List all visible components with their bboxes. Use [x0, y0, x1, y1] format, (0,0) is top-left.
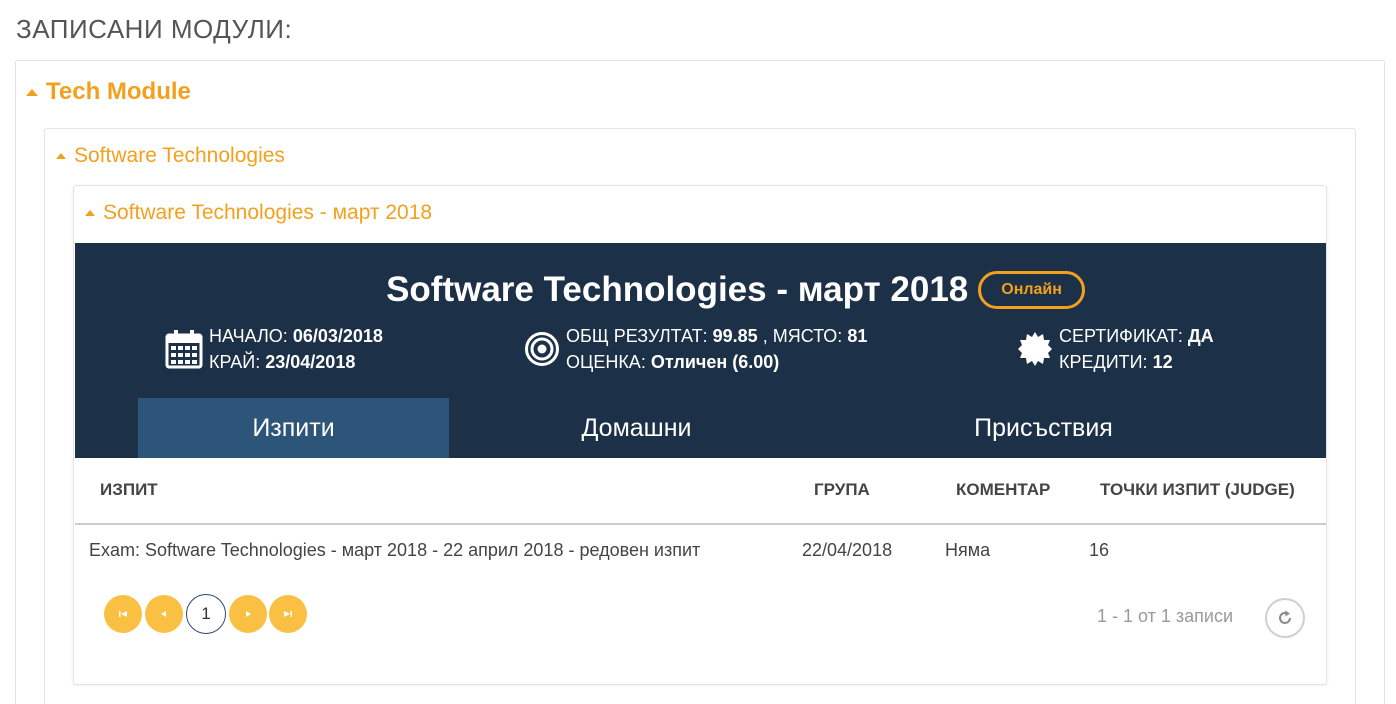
grade-value: Отличен (6.00) [650, 352, 780, 372]
credits-label: КРЕДИТИ: [1059, 352, 1148, 372]
end-value: 23/04/2018 [265, 352, 356, 372]
refresh-button[interactable] [1265, 598, 1305, 638]
results-info: ОБЩ РЕЗУЛТАТ: 99.85 , МЯСТО: 81 ОЦЕНКА: … [524, 323, 867, 375]
instance-toggle[interactable]: Software Technologies - март 2018 [85, 201, 432, 225]
page-1-button[interactable]: 1 [186, 594, 226, 634]
caret-up-icon [56, 153, 66, 159]
first-page-button[interactable] [104, 595, 142, 633]
cell-group: 22/04/2018 [802, 540, 893, 560]
place-value: 81 [847, 326, 868, 346]
cert-label: СЕРТИФИКАТ: [1059, 326, 1183, 346]
module-toggle[interactable]: Tech Module [26, 78, 191, 106]
records-info: 1 - 1 от 1 записи [1097, 606, 1234, 626]
cert-value: ДА [1187, 326, 1214, 346]
start-label: НАЧАЛО: [209, 326, 288, 346]
course-heading-row: Software Technologies - март 2018 Онлайн [0, 270, 1396, 310]
next-page-icon [246, 611, 251, 617]
col-header-comment[interactable]: КОМЕНТАР [956, 480, 1050, 500]
col-header-group[interactable]: ГРУПА [814, 480, 870, 500]
tab-attendance[interactable]: Присъствия [888, 398, 1199, 458]
first-page-icon [119, 611, 127, 617]
tab-exams[interactable]: Изпити [138, 398, 449, 458]
course-heading: Software Technologies - март 2018 [386, 270, 969, 309]
refresh-icon [1279, 610, 1291, 624]
last-page-icon [284, 611, 292, 617]
instance-title: Software Technologies - март 2018 [103, 201, 433, 224]
total-label: ОБЩ РЕЗУЛТАТ: [566, 326, 708, 346]
col-header-exam[interactable]: ИЗПИТ [100, 480, 158, 500]
col-header-points[interactable]: ТОЧКИ ИЗПИТ (JUDGE) [1100, 480, 1295, 500]
certificate-info: СЕРТИФИКАТ: ДА КРЕДИТИ: 12 [1017, 323, 1214, 375]
prev-page-icon [161, 611, 166, 617]
table-header-divider [75, 523, 1326, 525]
total-value: 99.85 [712, 326, 758, 346]
credits-value: 12 [1152, 352, 1173, 372]
caret-up-icon [26, 88, 38, 96]
start-value: 06/03/2018 [292, 326, 383, 346]
target-icon [524, 331, 560, 367]
cell-exam: Exam: Software Technologies - март 2018 … [89, 540, 701, 560]
end-label: КРАЙ: [209, 352, 261, 372]
page-heading: ЗАПИСАНИ МОДУЛИ: [16, 14, 293, 44]
caret-up-icon [85, 210, 95, 216]
cell-comment: Няма [945, 540, 991, 560]
grade-label: ОЦЕНКА: [566, 352, 646, 372]
certificate-seal-icon [1017, 331, 1053, 367]
next-page-button[interactable] [229, 595, 267, 633]
last-page-button[interactable] [269, 595, 307, 633]
prev-page-button[interactable] [145, 595, 183, 633]
module-title: Tech Module [46, 78, 191, 105]
place-label: , МЯСТО: [762, 326, 843, 346]
course-title: Software Technologies [74, 144, 285, 167]
calendar-icon [165, 329, 203, 369]
tab-homework[interactable]: Домашни [481, 398, 792, 458]
course-toggle[interactable]: Software Technologies [56, 144, 285, 168]
cell-points: 16 [1089, 540, 1110, 560]
online-badge: Онлайн [978, 271, 1085, 309]
dates-info: НАЧАЛО: 06/03/2018 КРАЙ: 23/04/2018 [165, 323, 383, 375]
